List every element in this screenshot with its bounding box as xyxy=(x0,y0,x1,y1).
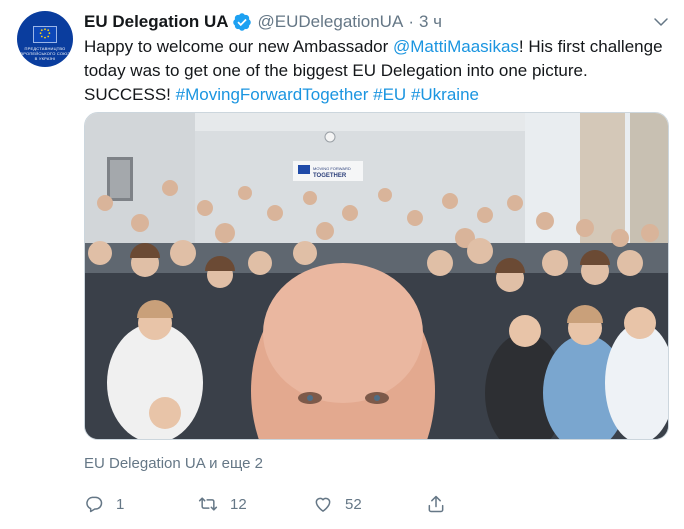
retweet-count: 12 xyxy=(230,495,247,513)
hashtag-link[interactable]: #MovingForwardTogether xyxy=(176,85,369,104)
tweet-header: EU Delegation UA @EUDelegationUA · 3 ч xyxy=(84,11,442,33)
retweet-icon xyxy=(198,497,218,511)
separator-dot: · xyxy=(408,12,414,31)
like-count: 52 xyxy=(345,495,362,513)
eu-flag-icon xyxy=(33,26,57,43)
like-icon xyxy=(315,497,331,512)
verified-icon xyxy=(232,13,251,31)
reply-button[interactable]: 1 xyxy=(84,492,124,516)
banner-text: MOVING FORWARD xyxy=(313,166,351,171)
tweet-text: Happy to welcome our new Ambassador @Mat… xyxy=(84,35,664,107)
user-handle[interactable]: @EUDelegationUA xyxy=(258,12,404,32)
reply-count: 1 xyxy=(116,495,125,513)
mention-link[interactable]: @MattiMaasikas xyxy=(393,37,519,56)
avatar-logo-text: ПРЕДСТАВНИЦТВО ЄВРОПЕЙСЬКОГО СОЮЗУ В УКР… xyxy=(17,46,73,61)
banner-text: TOGETHER xyxy=(313,173,347,179)
retweet-button[interactable]: 12 xyxy=(198,492,247,516)
tweet[interactable]: ПРЕДСТАВНИЦТВО ЄВРОПЕЙСЬКОГО СОЮЗУ В УКР… xyxy=(0,0,684,529)
reply-icon xyxy=(86,496,103,513)
like-button[interactable]: 52 xyxy=(313,492,362,516)
timestamp[interactable]: 3 ч xyxy=(419,12,442,32)
hashtag-link[interactable]: #Ukraine xyxy=(411,85,479,104)
share-icon xyxy=(428,495,444,513)
tagged-users-link[interactable]: EU Delegation UA и еще 2 xyxy=(84,455,263,472)
share-button[interactable] xyxy=(426,492,446,516)
group-selfie-photo: MOVING FORWARD TOGETHER xyxy=(85,113,668,439)
tweet-actions: 1 12 52 xyxy=(84,492,464,516)
avatar[interactable]: ПРЕДСТАВНИЦТВО ЄВРОПЕЙСЬКОГО СОЮЗУ В УКР… xyxy=(17,11,73,67)
tweet-text-part: Happy to welcome our new Ambassador xyxy=(84,37,393,56)
display-name[interactable]: EU Delegation UA xyxy=(84,12,229,32)
hashtag-link[interactable]: #EU xyxy=(373,85,406,104)
tweet-photo[interactable]: MOVING FORWARD TOGETHER xyxy=(84,112,669,440)
chevron-down-icon[interactable] xyxy=(652,13,670,31)
